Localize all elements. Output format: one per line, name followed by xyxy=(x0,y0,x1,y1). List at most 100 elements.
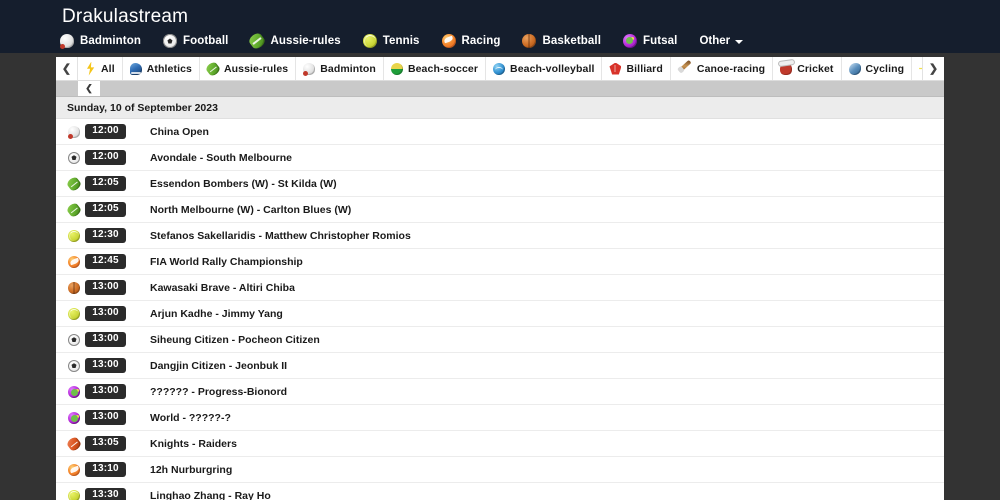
sport-tab-label: Billiard xyxy=(626,62,663,75)
event-row[interactable]: 13:05 Knights - Raiders xyxy=(56,431,944,457)
event-title[interactable]: ?????? - Progress-Bionord xyxy=(150,386,287,398)
nav-item-basketball[interactable]: Basketball xyxy=(522,34,601,48)
event-row[interactable]: 13:30 Linghao Zhang - Ray Ho xyxy=(56,483,944,500)
event-row[interactable]: 13:00 Siheung Citizen - Pocheon Citizen xyxy=(56,327,944,353)
sport-tab-label: Athletics xyxy=(146,62,192,75)
nav-item-tennis[interactable]: Tennis xyxy=(362,34,420,48)
event-title[interactable]: Avondale - South Melbourne xyxy=(150,152,292,164)
sport-tab-cricket[interactable]: Cricket xyxy=(773,57,842,80)
event-row[interactable]: 12:30 Stefanos Sakellaridis - Matthew Chr… xyxy=(56,223,944,249)
sport-tab-darts[interactable]: Darts xyxy=(912,57,922,80)
event-time-badge: 12:00 xyxy=(85,150,126,165)
nav-item-football[interactable]: Football xyxy=(162,34,229,48)
sport-tabs-bar: ❮ All Athletics Aussie-rules Badminton Beach… xyxy=(56,57,944,81)
sport-tab-billiard[interactable]: Billiard xyxy=(602,57,671,80)
event-sport-icon-wrap xyxy=(65,385,83,398)
badminton-icon xyxy=(303,62,316,76)
event-sport-icon-wrap xyxy=(65,175,83,192)
football-icon xyxy=(162,34,177,48)
event-sport-icon-wrap xyxy=(65,411,83,424)
event-row[interactable]: 12:05 North Melbourne (W) - Carlton Blues… xyxy=(56,197,944,223)
nav-item-label: Racing xyxy=(461,35,501,47)
sport-tab-badminton[interactable]: Badminton xyxy=(296,57,384,80)
sport-tab-label: All xyxy=(101,62,115,75)
aussie-rules-icon xyxy=(247,31,268,51)
aussie-rules-icon xyxy=(204,60,222,77)
event-row[interactable]: 13:10 12h Nurburgring xyxy=(56,457,944,483)
event-time-badge: 13:00 xyxy=(85,384,126,399)
sport-tab-label: Beach-volleyball xyxy=(510,62,595,75)
aussie-rules-icon xyxy=(65,175,83,192)
nav-item-aussie-rules[interactable]: Aussie-rules xyxy=(247,31,341,51)
event-time-badge: 12:45 xyxy=(85,254,126,269)
event-row[interactable]: 13:00 ?????? - Progress-Bionord xyxy=(56,379,944,405)
date-nav-track[interactable] xyxy=(100,81,944,96)
futsal-icon xyxy=(68,385,80,398)
event-title[interactable]: Knights - Raiders xyxy=(150,438,237,450)
nav-item-label: Football xyxy=(182,35,229,47)
sport-tab-beach-volleyball[interactable]: Beach-volleyball xyxy=(486,57,603,80)
event-title[interactable]: Arjun Kadhe - Jimmy Yang xyxy=(150,308,283,320)
event-time-badge: 13:05 xyxy=(85,436,126,451)
event-time-badge: 13:00 xyxy=(85,280,126,295)
sport-tab-beach-soccer[interactable]: Beach-soccer xyxy=(383,57,487,80)
event-title[interactable]: Kawasaki Brave - Altiri Chiba xyxy=(150,282,295,294)
nav-item-label: Basketball xyxy=(542,35,601,47)
event-sport-icon-wrap xyxy=(65,359,83,372)
event-row[interactable]: 12:00 China Open xyxy=(56,119,944,145)
sport-tab-label: Canoe-racing xyxy=(696,62,766,75)
event-sport-icon-wrap xyxy=(65,255,83,268)
event-title[interactable]: FIA World Rally Championship xyxy=(150,256,303,268)
event-row[interactable]: 13:00 Arjun Kadhe - Jimmy Yang xyxy=(56,301,944,327)
event-title[interactable]: Dangjin Citizen - Jeonbuk II xyxy=(150,360,287,372)
cycling-icon xyxy=(848,62,861,75)
event-time-badge: 13:00 xyxy=(85,358,126,373)
sport-tab-label: Cricket xyxy=(797,62,834,75)
lightning-bolt-icon xyxy=(86,61,95,76)
sport-tab-canoe-racing[interactable]: Canoe-racing xyxy=(670,57,774,80)
nav-item-racing[interactable]: Racing xyxy=(441,34,501,48)
event-row[interactable]: 12:05 Essendon Bombers (W) - St Kilda (W) xyxy=(56,171,944,197)
athletics-icon xyxy=(129,62,142,75)
event-time-badge: 12:30 xyxy=(85,228,126,243)
site-brand[interactable]: Drakulastream xyxy=(62,6,188,28)
sport-tab-athletics[interactable]: Athletics xyxy=(122,57,200,80)
sport-tab-all[interactable]: All xyxy=(78,57,123,80)
nav-item-badminton[interactable]: Badminton xyxy=(60,34,141,49)
event-time-badge: 13:00 xyxy=(85,332,126,347)
event-title[interactable]: North Melbourne (W) - Carlton Blues (W) xyxy=(150,204,351,216)
event-row[interactable]: 13:00 Dangjin Citizen - Jeonbuk II xyxy=(56,353,944,379)
nav-item-other[interactable]: Other xyxy=(699,35,744,47)
beach-soccer-icon xyxy=(390,62,403,75)
event-sport-icon-wrap xyxy=(65,201,83,218)
event-title[interactable]: 12h Nurburgring xyxy=(150,464,232,476)
event-title[interactable]: Linghao Zhang - Ray Ho xyxy=(150,490,271,500)
sport-tabs-next-button[interactable]: ❯ xyxy=(922,57,944,80)
nav-item-futsal[interactable]: Futsal xyxy=(623,34,677,48)
aussie-rules-icon xyxy=(65,201,83,218)
billiard-icon xyxy=(609,62,622,75)
event-sport-icon-wrap xyxy=(65,463,83,476)
event-title[interactable]: Siheung Citizen - Pocheon Citizen xyxy=(150,334,320,346)
nav-item-label: Aussie-rules xyxy=(270,35,341,47)
sport-tab-cycling[interactable]: Cycling xyxy=(841,57,913,80)
sport-tab-label: Badminton xyxy=(320,62,376,75)
date-nav-prev-button[interactable]: ❮ xyxy=(78,81,100,96)
event-title[interactable]: Stefanos Sakellaridis - Matthew Christop… xyxy=(150,230,411,242)
event-time-badge: 13:10 xyxy=(85,462,126,477)
event-row[interactable]: 12:00 Avondale - South Melbourne xyxy=(56,145,944,171)
event-sport-icon-wrap xyxy=(65,333,83,346)
event-row[interactable]: 13:00 Kawasaki Brave - Altiri Chiba xyxy=(56,275,944,301)
sport-tabs-prev-button[interactable]: ❮ xyxy=(56,57,78,80)
event-sport-icon-wrap xyxy=(65,281,83,294)
event-list: 12:00 China Open 12:00 Avondale - South Mel… xyxy=(56,119,944,500)
event-title[interactable]: Essendon Bombers (W) - St Kilda (W) xyxy=(150,178,337,190)
event-row[interactable]: 13:00 World - ?????-? xyxy=(56,405,944,431)
racing-icon xyxy=(441,34,456,48)
event-row[interactable]: 12:45 FIA World Rally Championship xyxy=(56,249,944,275)
sport-tab-aussie-rules[interactable]: Aussie-rules xyxy=(199,57,297,80)
event-title[interactable]: China Open xyxy=(150,126,209,138)
event-sport-icon-wrap xyxy=(65,125,83,139)
event-sport-icon-wrap xyxy=(65,307,83,320)
event-title[interactable]: World - ?????-? xyxy=(150,412,231,424)
